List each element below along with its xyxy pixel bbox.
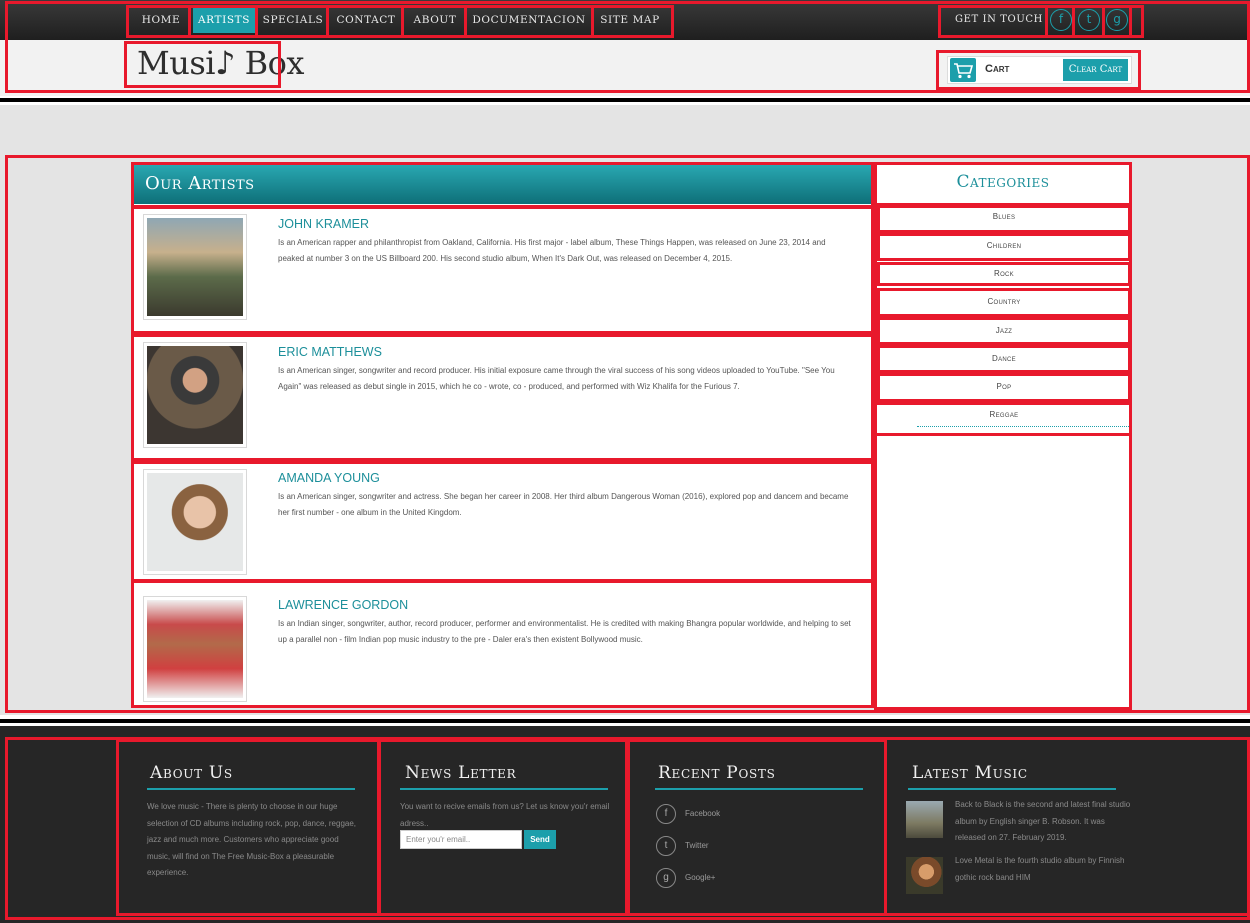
- divider: [0, 98, 1250, 102]
- divider: [0, 719, 1250, 723]
- page-banner-band: [0, 105, 1250, 155]
- header-outline: [5, 1, 1250, 93]
- footer-outline: [5, 737, 1250, 920]
- main-outline: [5, 155, 1250, 713]
